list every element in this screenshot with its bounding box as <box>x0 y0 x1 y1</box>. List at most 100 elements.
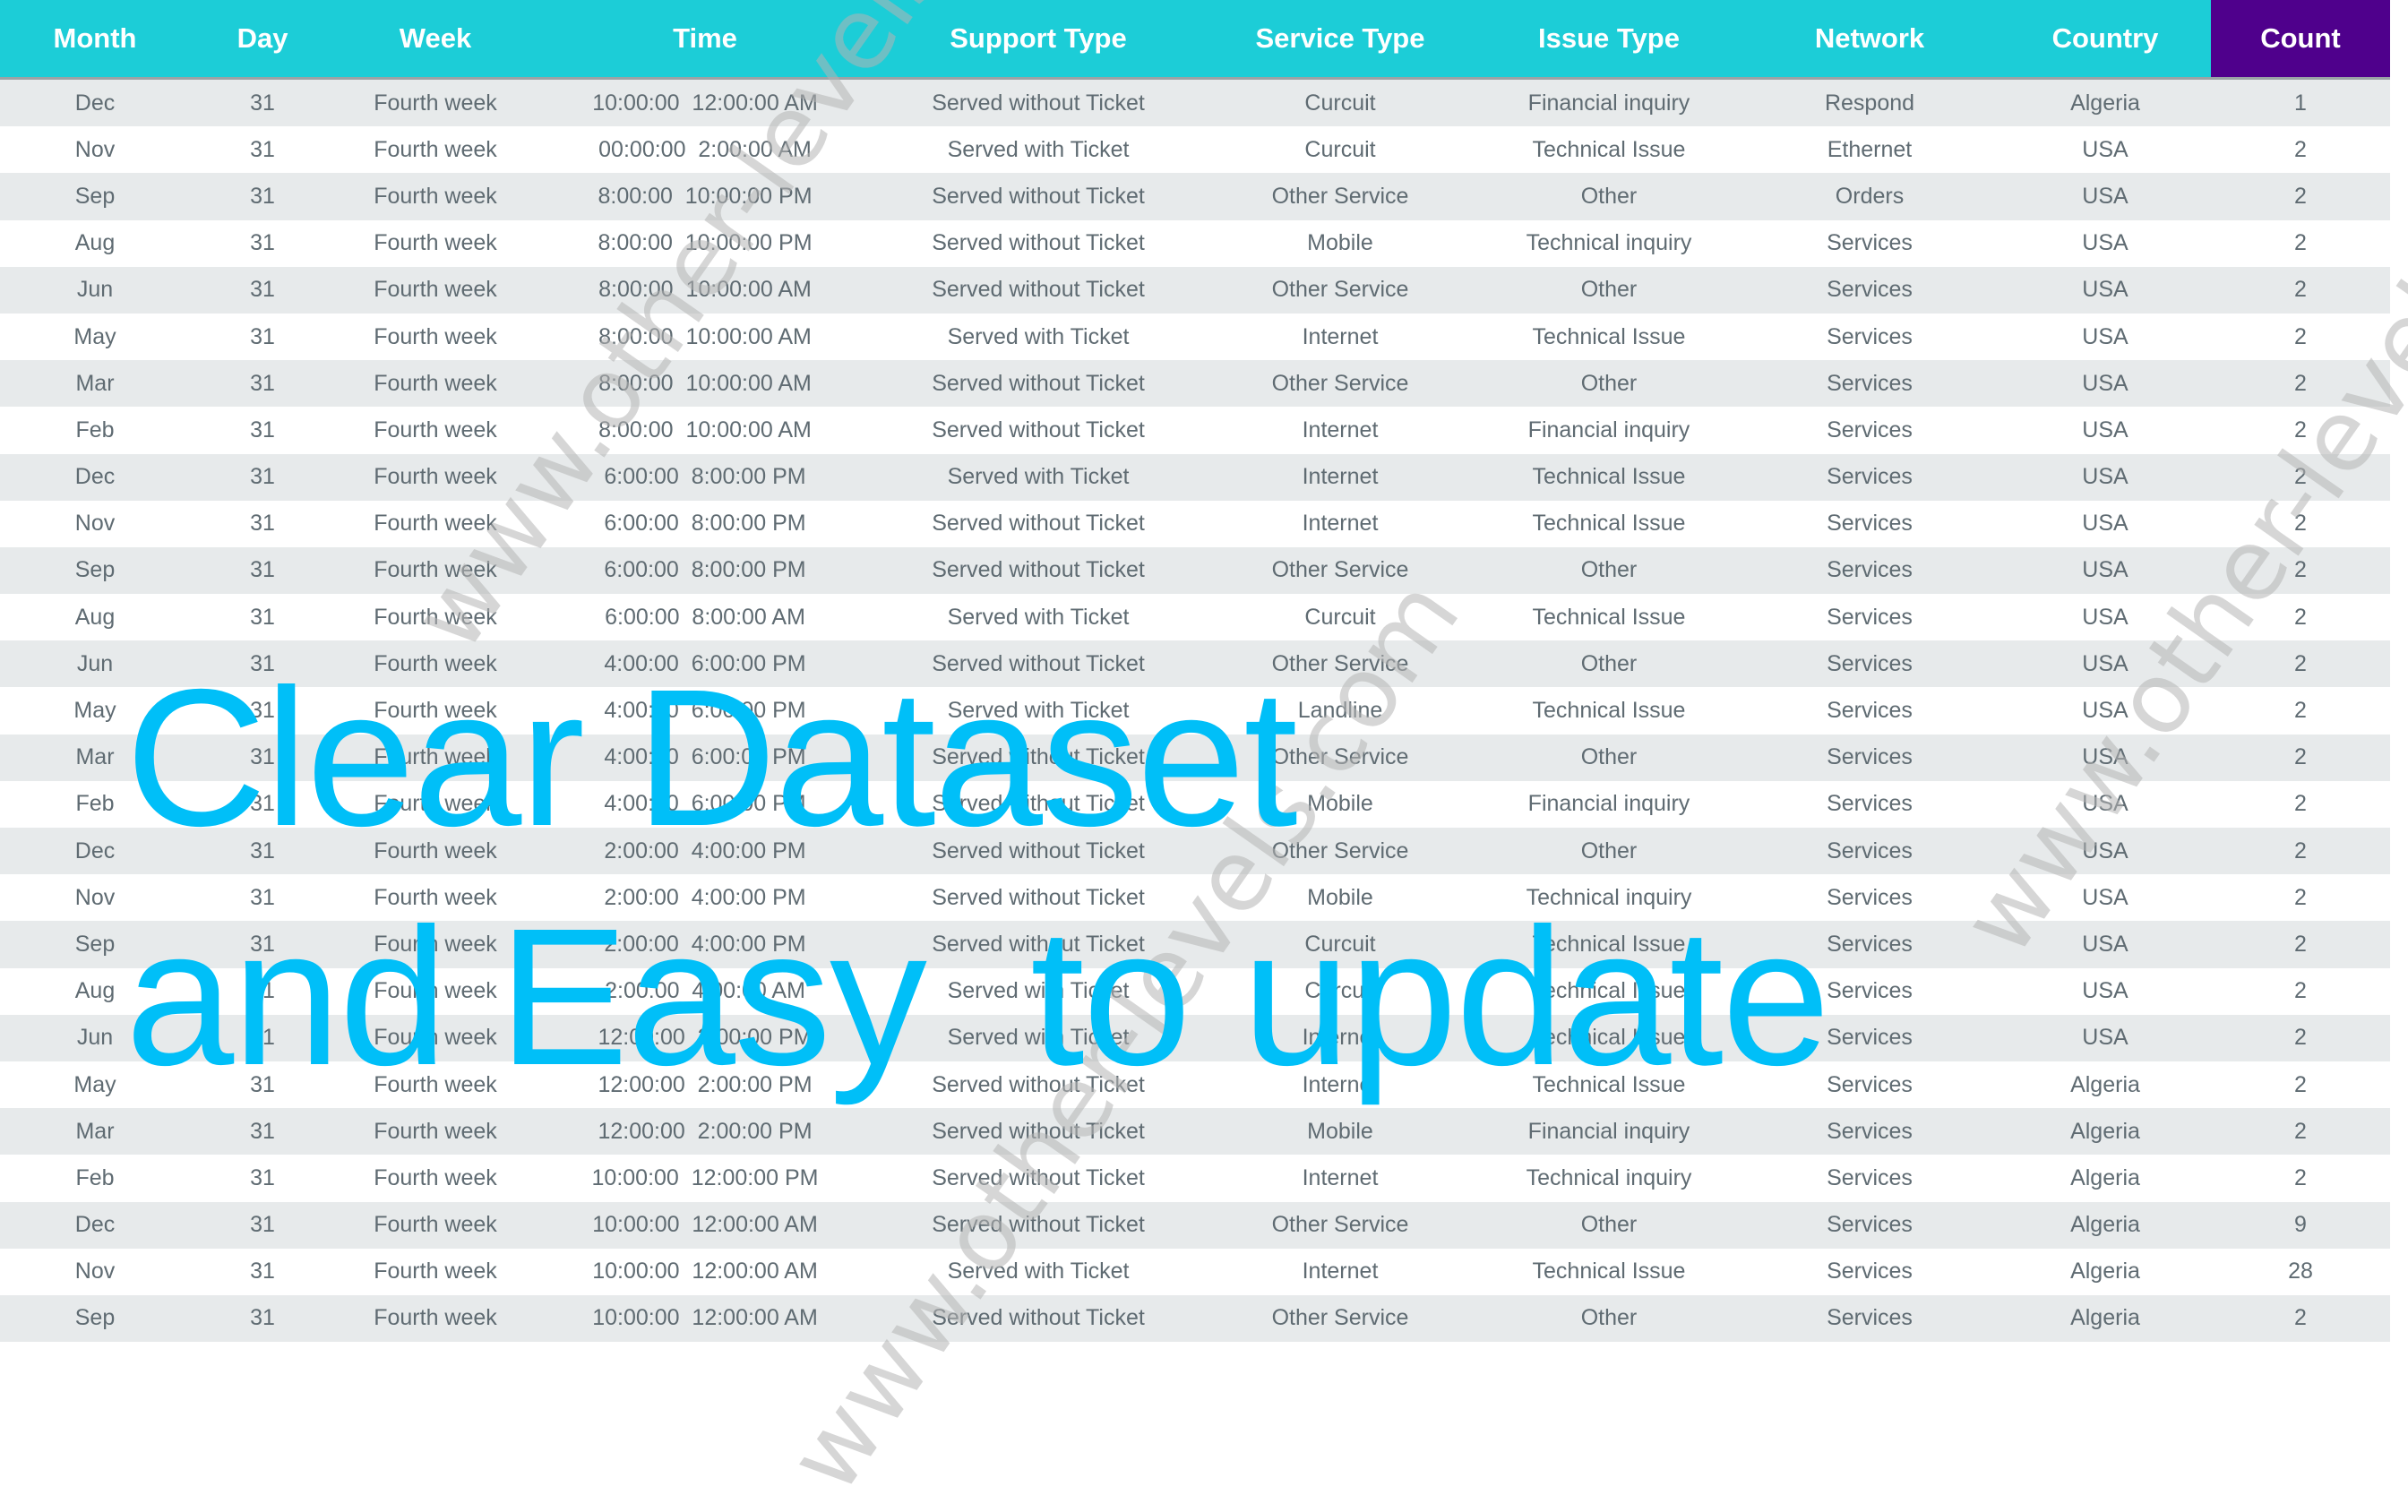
cell-week[interactable]: Fourth week <box>335 407 536 453</box>
cell-country[interactable]: USA <box>2000 828 2211 874</box>
cell-country[interactable]: Algeria <box>2000 1249 2211 1295</box>
cell-week[interactable]: Fourth week <box>335 547 536 594</box>
cell-issue-type[interactable]: Technical Issue <box>1478 501 1740 547</box>
cell-service-type[interactable]: Other Service <box>1202 547 1478 594</box>
cell-count[interactable]: 2 <box>2211 1108 2390 1155</box>
cell-week[interactable]: Fourth week <box>335 1249 536 1295</box>
cell-support-type[interactable]: Served without Ticket <box>874 407 1202 453</box>
cell-week[interactable]: Fourth week <box>335 454 536 501</box>
cell-network[interactable]: Services <box>1740 407 2000 453</box>
column-header-service-type[interactable]: Service Type <box>1202 0 1478 77</box>
cell-count[interactable]: 2 <box>2211 921 2390 967</box>
cell-count[interactable]: 2 <box>2211 1155 2390 1201</box>
cell-month[interactable]: Feb <box>0 1155 190 1201</box>
cell-support-type[interactable]: Served without Ticket <box>874 1295 1202 1342</box>
cell-service-type[interactable]: Internet <box>1202 1061 1478 1108</box>
column-header-week[interactable]: Week <box>335 0 536 77</box>
cell-country[interactable]: USA <box>2000 501 2211 547</box>
cell-support-type[interactable]: Served with Ticket <box>874 454 1202 501</box>
cell-time[interactable]: 00:00:00 2:00:00 AM <box>536 126 874 173</box>
cell-country[interactable]: USA <box>2000 640 2211 687</box>
table-row[interactable]: Nov 31 Fourth week 10:00:00 12:00:00 AM Serv… <box>0 1248 2390 1295</box>
cell-network[interactable]: Services <box>1740 781 2000 828</box>
table-row[interactable]: May 31 Fourth week 12:00:00 2:00:00 PM Serve… <box>0 1061 2390 1109</box>
cell-week[interactable]: Fourth week <box>335 921 536 967</box>
table-row[interactable]: Feb 31 Fourth week 8:00:00 10:00:00 AM Serve… <box>0 407 2390 454</box>
cell-time[interactable]: 8:00:00 10:00:00 AM <box>536 314 874 360</box>
cell-day[interactable]: 31 <box>190 687 335 734</box>
cell-day[interactable]: 31 <box>190 1202 335 1249</box>
cell-count[interactable]: 1 <box>2211 80 2390 126</box>
cell-time[interactable]: 6:00:00 8:00:00 AM <box>536 594 874 640</box>
cell-network[interactable]: Services <box>1740 360 2000 407</box>
cell-week[interactable]: Fourth week <box>335 1015 536 1061</box>
cell-service-type[interactable]: Other Service <box>1202 267 1478 314</box>
column-header-month[interactable]: Month <box>0 0 190 77</box>
table-row[interactable]: Aug 31 Fourth week 6:00:00 8:00:00 AM Served… <box>0 594 2390 641</box>
table-row[interactable]: Mar 31 Fourth week 8:00:00 10:00:00 AM Serve… <box>0 360 2390 408</box>
cell-time[interactable]: 6:00:00 8:00:00 PM <box>536 501 874 547</box>
cell-support-type[interactable]: Served without Ticket <box>874 1108 1202 1155</box>
cell-network[interactable]: Services <box>1740 314 2000 360</box>
cell-service-type[interactable]: Mobile <box>1202 1108 1478 1155</box>
cell-month[interactable]: Feb <box>0 407 190 453</box>
cell-support-type[interactable]: Served without Ticket <box>874 828 1202 874</box>
cell-support-type[interactable]: Served without Ticket <box>874 220 1202 267</box>
table-row[interactable]: Mar 31 Fourth week 4:00:00 6:00:00 PM Served… <box>0 734 2390 781</box>
cell-network[interactable]: Services <box>1740 1015 2000 1061</box>
cell-count[interactable]: 2 <box>2211 781 2390 828</box>
cell-country[interactable]: USA <box>2000 874 2211 921</box>
cell-day[interactable]: 31 <box>190 735 335 781</box>
cell-week[interactable]: Fourth week <box>335 501 536 547</box>
cell-week[interactable]: Fourth week <box>335 1155 536 1201</box>
cell-issue-type[interactable]: Technical Issue <box>1478 968 1740 1015</box>
cell-country[interactable]: Algeria <box>2000 1155 2211 1201</box>
cell-count[interactable]: 2 <box>2211 267 2390 314</box>
table-row[interactable]: Dec 31 Fourth week 10:00:00 12:00:00 AM Serv… <box>0 80 2390 127</box>
cell-issue-type[interactable]: Financial inquiry <box>1478 1108 1740 1155</box>
cell-day[interactable]: 31 <box>190 781 335 828</box>
cell-time[interactable]: 10:00:00 12:00:00 AM <box>536 1249 874 1295</box>
cell-day[interactable]: 31 <box>190 1015 335 1061</box>
cell-month[interactable]: Nov <box>0 126 190 173</box>
cell-time[interactable]: 10:00:00 12:00:00 PM <box>536 1155 874 1201</box>
cell-count[interactable]: 2 <box>2211 501 2390 547</box>
cell-service-type[interactable]: Internet <box>1202 501 1478 547</box>
cell-month[interactable]: Jun <box>0 640 190 687</box>
table-row[interactable]: Sep 31 Fourth week 8:00:00 10:00:00 PM Serve… <box>0 173 2390 220</box>
cell-day[interactable]: 31 <box>190 1295 335 1342</box>
table-row[interactable]: Sep 31 Fourth week 6:00:00 8:00:00 PM Served… <box>0 546 2390 595</box>
cell-week[interactable]: Fourth week <box>335 968 536 1015</box>
cell-issue-type[interactable]: Other <box>1478 547 1740 594</box>
cell-service-type[interactable]: Mobile <box>1202 874 1478 921</box>
cell-month[interactable]: May <box>0 314 190 360</box>
cell-support-type[interactable]: Served without Ticket <box>874 267 1202 314</box>
cell-country[interactable]: USA <box>2000 267 2211 314</box>
cell-day[interactable]: 31 <box>190 1155 335 1201</box>
table-row[interactable]: Aug 31 Fourth week 2:00:00 4:00:00 AM Served… <box>0 967 2390 1015</box>
cell-day[interactable]: 31 <box>190 1249 335 1295</box>
cell-issue-type[interactable]: Technical Issue <box>1478 314 1740 360</box>
cell-week[interactable]: Fourth week <box>335 1108 536 1155</box>
cell-day[interactable]: 31 <box>190 407 335 453</box>
cell-support-type[interactable]: Served with Ticket <box>874 314 1202 360</box>
cell-time[interactable]: 4:00:00 6:00:00 PM <box>536 735 874 781</box>
cell-service-type[interactable]: Internet <box>1202 1249 1478 1295</box>
cell-support-type[interactable]: Served with Ticket <box>874 968 1202 1015</box>
cell-day[interactable]: 31 <box>190 1108 335 1155</box>
cell-service-type[interactable]: Mobile <box>1202 781 1478 828</box>
cell-network[interactable]: Services <box>1740 1061 2000 1108</box>
cell-issue-type[interactable]: Technical Issue <box>1478 1249 1740 1295</box>
cell-issue-type[interactable]: Technical Issue <box>1478 921 1740 967</box>
cell-week[interactable]: Fourth week <box>335 360 536 407</box>
cell-count[interactable]: 28 <box>2211 1249 2390 1295</box>
cell-country[interactable]: Algeria <box>2000 1108 2211 1155</box>
column-header-count[interactable]: Count <box>2211 0 2390 77</box>
cell-count[interactable]: 2 <box>2211 220 2390 267</box>
cell-week[interactable]: Fourth week <box>335 640 536 687</box>
cell-service-type[interactable]: Landline <box>1202 687 1478 734</box>
cell-count[interactable]: 2 <box>2211 1061 2390 1108</box>
cell-count[interactable]: 2 <box>2211 126 2390 173</box>
column-header-country[interactable]: Country <box>2000 0 2211 77</box>
cell-count[interactable]: 2 <box>2211 640 2390 687</box>
